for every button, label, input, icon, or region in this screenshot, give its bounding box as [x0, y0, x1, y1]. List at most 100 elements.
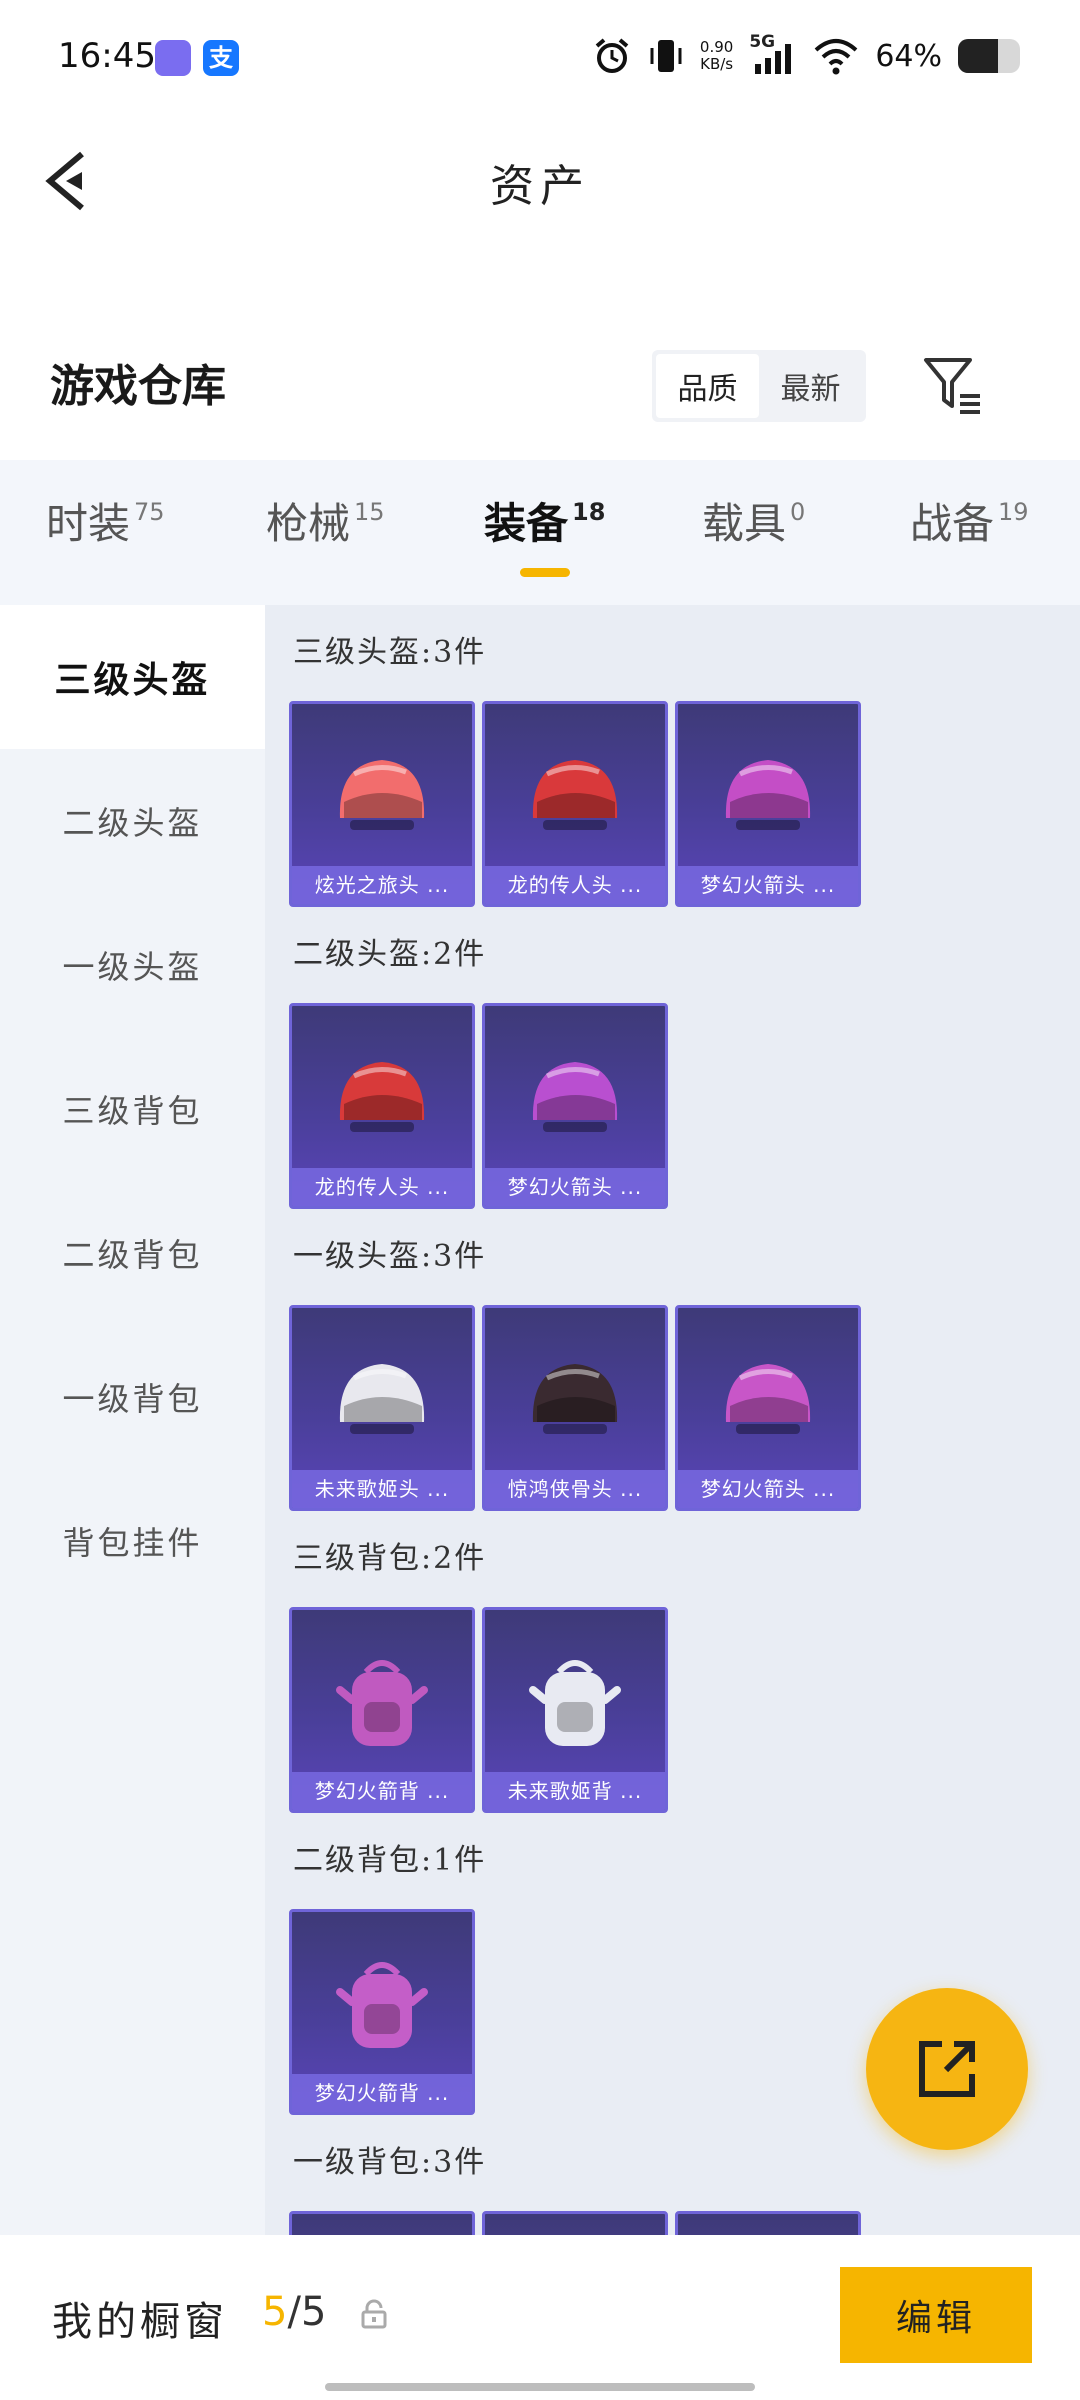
tab-fashion[interactable]: 时装 75 [46, 490, 165, 551]
sidebar-item-level3-helmet[interactable]: 三级头盔 [0, 605, 265, 749]
item-group: 三级背包:2件 梦幻火箭背 ... 未来歌姬背 ... [265, 1511, 1080, 1813]
item-name: 梦幻火箭头 ... [485, 1168, 665, 1206]
net-speed-unit: KB/s [700, 55, 734, 73]
sidebar-item-level2-helmet[interactable]: 二级头盔 [0, 749, 265, 893]
item-card[interactable]: 未来歌姬头 ... [289, 1305, 475, 1511]
item-name: 惊鸿侠骨头 ... [485, 1470, 665, 1508]
item-name: 梦幻火箭背 ... [292, 2074, 472, 2112]
helmet-icon [532, 1062, 618, 1132]
signal-icon: 5G [749, 32, 797, 76]
status-bar: 16:45 支 0.90 KB/s 5G 64% [0, 0, 1080, 120]
lock-icon [361, 2299, 387, 2329]
group-title: 二级头盔:2件 [293, 937, 487, 972]
item-name: 未来歌姬头 ... [292, 1470, 472, 1508]
item-card[interactable] [289, 2211, 475, 2235]
tab-equipment[interactable]: 装备 18 [484, 490, 605, 551]
page-title: 资产 [490, 161, 590, 212]
item-card[interactable]: 梦幻火箭背 ... [289, 1607, 475, 1813]
sort-toggle: 品质 最新 [652, 350, 866, 422]
tab-label: 枪械 [266, 499, 351, 548]
item-card[interactable]: 梦幻火箭背 ... [289, 1909, 475, 2115]
battery-icon [958, 39, 1020, 73]
tab-count: 0 [790, 498, 806, 526]
backpack-icon [336, 1660, 428, 1746]
item-card[interactable]: 炫光之旅头 ... [289, 701, 475, 907]
wifi-icon [814, 39, 858, 75]
item-card[interactable]: 梦幻火箭头 ... [675, 1305, 861, 1511]
item-name: 未来歌姬背 ... [485, 1772, 665, 1810]
item-name: 梦幻火箭头 ... [678, 1470, 858, 1508]
item-name: 梦幻火箭背 ... [292, 1772, 472, 1810]
item-card[interactable] [675, 2211, 861, 2235]
tab-label: 时装 [46, 499, 131, 548]
helmet-icon [725, 1364, 811, 1434]
helmet-icon [532, 1364, 618, 1434]
active-tab-indicator [520, 568, 570, 577]
tab-supplies[interactable]: 战备 19 [910, 490, 1029, 551]
tab-count: 19 [998, 498, 1029, 526]
item-group: 一级头盔:3件 未来歌姬头 ... 惊鸿侠骨头 ... 梦幻火箭头 ... [265, 1209, 1080, 1511]
signal-bars [755, 44, 792, 74]
battery-fill [958, 39, 998, 73]
vibrate-icon [650, 40, 682, 72]
net-speed: 0.90 KB/s [700, 39, 733, 73]
item-group: 二级头盔:2件 龙的传人头 ... 梦幻火箭头 ... [265, 907, 1080, 1209]
backpack-icon [529, 1660, 621, 1746]
share-external-icon [919, 2041, 975, 2097]
showcase-count-total: 5 [300, 2289, 327, 2335]
helmet-icon [339, 1062, 425, 1132]
helmet-icon [339, 1364, 425, 1434]
alipay-icon: 支 [203, 40, 239, 76]
edit-button[interactable]: 编辑 [840, 2267, 1032, 2363]
showcase-count: 5/5 [262, 2289, 326, 2335]
item-card[interactable]: 梦幻火箭头 ... [482, 1003, 668, 1209]
group-title: 三级背包:2件 [293, 1541, 487, 1576]
app-icon [155, 40, 191, 76]
tab-weapons[interactable]: 枪械 15 [266, 490, 385, 551]
net-speed-value: 0.90 [699, 38, 734, 56]
section-title: 游戏仓库 [50, 361, 226, 412]
backpack-icon [336, 1962, 428, 2048]
item-group: 三级头盔:3件 炫光之旅头 ... 龙的传人头 ... 梦幻火箭头 ... [265, 605, 1080, 907]
item-name: 炫光之旅头 ... [292, 866, 472, 904]
battery-percent: 64% [875, 38, 942, 74]
sort-newest-option[interactable]: 最新 [759, 354, 862, 418]
item-name: 龙的传人头 ... [485, 866, 665, 904]
item-card[interactable]: 惊鸿侠骨头 ... [482, 1305, 668, 1511]
helmet-icon [532, 760, 618, 830]
tab-count: 15 [354, 498, 385, 526]
sidebar-item-level2-backpack[interactable]: 二级背包 [0, 1181, 265, 1325]
tab-vehicles[interactable]: 载具 0 [702, 490, 805, 551]
category-tabs: 时装 75 枪械 15 装备 18 载具 0 战备 19 [0, 460, 1080, 605]
home-indicator [325, 2383, 755, 2391]
showcase-label: 我的橱窗 [52, 2299, 228, 2345]
sort-quality-option[interactable]: 品质 [656, 354, 759, 418]
item-card[interactable]: 龙的传人头 ... [289, 1003, 475, 1209]
status-time: 16:45 [58, 36, 156, 76]
item-card[interactable]: 未来歌姬背 ... [482, 1607, 668, 1813]
tab-count: 18 [572, 498, 606, 526]
nav-bar: 资产 [0, 120, 1080, 240]
sidebar-item-level1-helmet[interactable]: 一级头盔 [0, 893, 265, 1037]
sidebar-item-level1-backpack[interactable]: 一级背包 [0, 1325, 265, 1469]
item-card[interactable] [482, 2211, 668, 2235]
sidebar-item-level3-backpack[interactable]: 三级背包 [0, 1037, 265, 1181]
group-title: 二级背包:1件 [293, 1843, 487, 1878]
status-icons: 0.90 KB/s 5G 64% [592, 32, 1020, 78]
tab-label: 装备 [484, 499, 569, 548]
helmet-icon [339, 760, 425, 830]
sidebar: 三级头盔 二级头盔 一级头盔 三级背包 二级背包 一级背包 背包挂件 [0, 605, 265, 2235]
group-title: 一级背包:3件 [293, 2145, 487, 2180]
sidebar-item-backpack-charm[interactable]: 背包挂件 [0, 1469, 265, 1613]
tab-label: 战备 [910, 499, 995, 548]
item-card[interactable]: 龙的传人头 ... [482, 701, 668, 907]
group-title: 三级头盔:3件 [293, 635, 487, 670]
filter-icon[interactable] [920, 352, 986, 418]
helmet-icon [725, 760, 811, 830]
item-card[interactable]: 梦幻火箭头 ... [675, 701, 861, 907]
item-name: 龙的传人头 ... [292, 1168, 472, 1206]
tab-count: 75 [134, 498, 165, 526]
group-title: 一级头盔:3件 [293, 1239, 487, 1274]
share-button[interactable] [866, 1988, 1028, 2150]
showcase-bar: 我的橱窗 5/5 编辑 [0, 2235, 1080, 2400]
